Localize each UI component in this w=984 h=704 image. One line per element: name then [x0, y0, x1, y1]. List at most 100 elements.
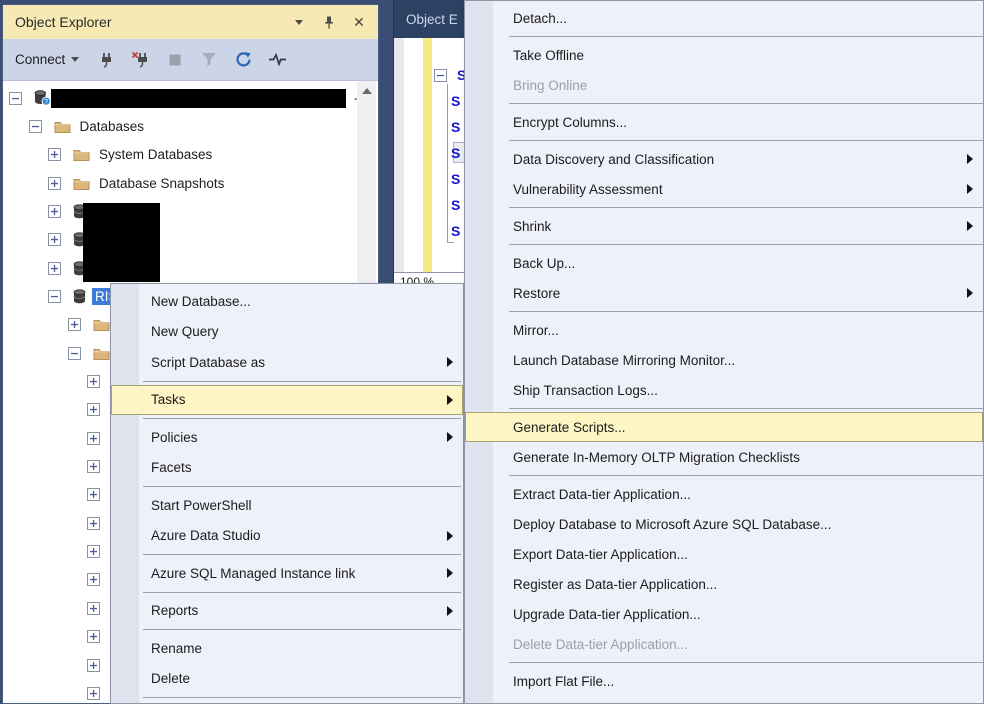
menu-item-label: Extract Data-tier Application...: [513, 487, 691, 502]
menu-item-upgrade-data-tier-application[interactable]: Upgrade Data-tier Application...: [465, 599, 983, 629]
menu-item-take-offline[interactable]: Take Offline: [465, 40, 983, 70]
expand-expander[interactable]: [87, 573, 106, 586]
stop-button: [163, 48, 187, 72]
menu-item-generate-scripts[interactable]: Generate Scripts...: [465, 412, 983, 442]
expand-expander[interactable]: [87, 403, 106, 416]
folder-icon: [93, 318, 110, 331]
menu-item-detach[interactable]: Detach...: [465, 3, 983, 33]
menu-item-launch-database-mirroring-monitor[interactable]: Launch Database Mirroring Monitor...: [465, 345, 983, 375]
menu-item-generate-in-memory-oltp-migration-checklists[interactable]: Generate In-Memory OLTP Migration Checkl…: [465, 442, 983, 472]
expand-expander[interactable]: [87, 630, 106, 643]
menu-item-policies[interactable]: Policies: [111, 422, 463, 453]
tree-item-databases[interactable]: Databases: [3, 112, 358, 140]
menu-item-azure-data-studio[interactable]: Azure Data Studio: [111, 521, 463, 552]
toolbar-icons: [95, 48, 289, 72]
code-collapse-expander[interactable]: [434, 69, 453, 82]
expand-expander[interactable]: [87, 687, 106, 700]
submenu-arrow-icon: [967, 184, 973, 194]
expand-expander[interactable]: [87, 488, 106, 501]
expand-expander[interactable]: [48, 148, 67, 161]
expand-expander[interactable]: [87, 659, 106, 672]
code-line[interactable]: S: [434, 166, 460, 192]
menu-item-restore[interactable]: Restore: [465, 278, 983, 308]
code-line[interactable]: S: [434, 62, 466, 88]
menu-item-label: Policies: [151, 430, 198, 445]
expand-expander[interactable]: [87, 602, 106, 615]
expand-expander[interactable]: [87, 517, 106, 530]
expand-expander[interactable]: [48, 233, 67, 246]
code-line[interactable]: S: [434, 218, 460, 244]
menu-separator: [509, 475, 983, 476]
disconnect-button[interactable]: [129, 48, 153, 72]
menu-item-encrypt-columns[interactable]: Encrypt Columns...: [465, 107, 983, 137]
menu-item-start-powershell[interactable]: Start PowerShell: [111, 490, 463, 521]
menu-item-data-discovery-and-classification[interactable]: Data Discovery and Classification: [465, 144, 983, 174]
menu-item-label: Data Discovery and Classification: [513, 152, 714, 167]
expand-expander[interactable]: [87, 432, 106, 445]
menu-item-delete[interactable]: Delete: [111, 664, 463, 695]
menu-item-new-database[interactable]: New Database...: [111, 286, 463, 317]
tree-item-database-snapshots[interactable]: Database Snapshots: [3, 169, 358, 197]
expand-expander[interactable]: [87, 375, 106, 388]
tree-item-system-databases[interactable]: System Databases: [3, 141, 358, 169]
menu-item-label: Import Flat File...: [513, 674, 614, 689]
window-position-button[interactable]: [290, 13, 308, 31]
menu-item-bring-online: Bring Online: [465, 70, 983, 100]
expand-expander[interactable]: [48, 205, 67, 218]
menu-item-label: Generate Scripts...: [513, 420, 626, 435]
menu-item-register-as-data-tier-application[interactable]: Register as Data-tier Application...: [465, 569, 983, 599]
connect-server-button[interactable]: [95, 48, 119, 72]
expand-expander[interactable]: [87, 545, 106, 558]
menu-item-reports[interactable]: Reports: [111, 596, 463, 627]
activity-monitor-button[interactable]: [265, 48, 289, 72]
menu-item-extract-data-tier-application[interactable]: Extract Data-tier Application...: [465, 479, 983, 509]
menu-item-label: Mirror...: [513, 323, 559, 338]
menu-item-shrink[interactable]: Shrink: [465, 211, 983, 241]
menu-item-tasks[interactable]: Tasks: [111, 385, 463, 416]
expand-expander[interactable]: [68, 318, 87, 331]
code-line[interactable]: S: [434, 140, 460, 166]
menu-item-ship-transaction-logs[interactable]: Ship Transaction Logs...: [465, 375, 983, 405]
tree-item[interactable]: [3, 254, 358, 282]
refresh-icon: [235, 51, 252, 68]
menu-item-mirror[interactable]: Mirror...: [465, 315, 983, 345]
tree-item[interactable]: [3, 226, 358, 254]
menu-item-label: Back Up...: [513, 256, 575, 271]
menu-item-export-data-tier-application[interactable]: Export Data-tier Application...: [465, 539, 983, 569]
refresh-button[interactable]: [231, 48, 255, 72]
menu-item-delete-data-tier-application: Delete Data-tier Application...: [465, 629, 983, 659]
expand-expander[interactable]: [48, 177, 67, 190]
menu-item-rename[interactable]: Rename: [111, 633, 463, 664]
menu-item-label: Script Database as: [151, 355, 265, 370]
object-explorer-titlebar[interactable]: Object Explorer ✕: [3, 5, 378, 39]
expand-expander[interactable]: [48, 262, 67, 275]
menu-item-deploy-database-to-microsoft-azure-sql-database[interactable]: Deploy Database to Microsoft Azure SQL D…: [465, 509, 983, 539]
close-button[interactable]: ✕: [350, 13, 368, 31]
code-line[interactable]: S: [434, 192, 460, 218]
connect-button[interactable]: Connect: [15, 52, 79, 67]
menu-item-script-database-as[interactable]: Script Database as: [111, 347, 463, 378]
menu-item-back-up[interactable]: Back Up...: [465, 248, 983, 278]
pin-button[interactable]: [320, 13, 338, 31]
filter-icon: [201, 52, 217, 67]
tree-item-label: System Databases: [96, 146, 215, 163]
menu-item-import-flat-file[interactable]: Import Flat File...: [465, 666, 983, 696]
menu-item-azure-sql-managed-instance-link[interactable]: Azure SQL Managed Instance link: [111, 558, 463, 589]
scroll-up-button[interactable]: [357, 81, 376, 100]
code-line[interactable]: S: [434, 88, 460, 114]
menu-separator: [143, 629, 461, 630]
expand-expander[interactable]: [87, 460, 106, 473]
collapse-expander[interactable]: [29, 120, 48, 133]
collapse-expander[interactable]: [48, 290, 67, 303]
submenu-arrow-icon: [447, 531, 453, 541]
menu-item-facets[interactable]: Facets: [111, 453, 463, 484]
menu-item-new-query[interactable]: New Query: [111, 317, 463, 348]
server-icon: ?: [34, 90, 51, 106]
collapse-expander[interactable]: [9, 92, 28, 105]
code-line[interactable]: S: [434, 114, 460, 140]
collapse-expander[interactable]: [68, 347, 87, 360]
menu-item-vulnerability-assessment[interactable]: Vulnerability Assessment: [465, 174, 983, 204]
filter-button: [197, 48, 221, 72]
submenu-arrow-icon: [447, 357, 453, 367]
tree-item[interactable]: [3, 197, 358, 225]
